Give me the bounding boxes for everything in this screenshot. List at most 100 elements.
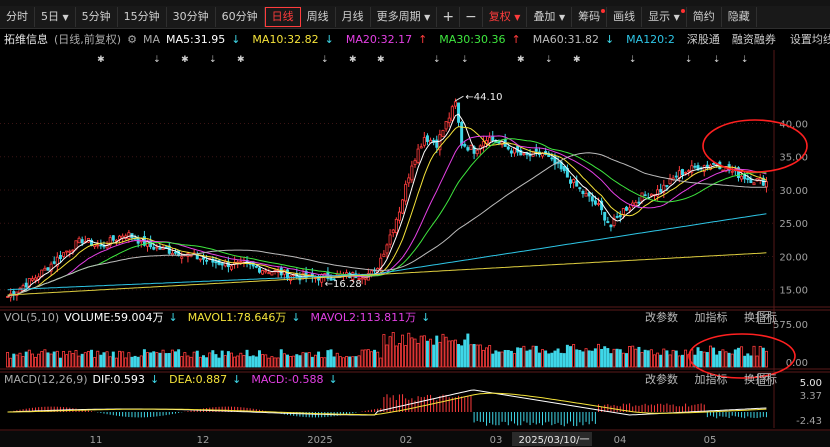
plus-icon[interactable]: + (437, 7, 461, 27)
candle-body (609, 224, 613, 228)
chips-button[interactable]: 筹码 (572, 7, 608, 27)
volume-bar (320, 357, 324, 368)
link-hk-connect[interactable]: 深股通 (687, 31, 720, 47)
add-indicator-button[interactable]: 加指标 (695, 311, 728, 324)
volume-bar (472, 344, 476, 368)
volume-bar (40, 351, 44, 368)
simple-button[interactable]: 简约 (687, 7, 722, 27)
candle-body (118, 235, 122, 240)
candle-body (522, 153, 526, 155)
tab-weekly[interactable]: 周线 (301, 7, 336, 27)
candle-body (640, 192, 644, 202)
candle-body (233, 261, 237, 265)
candle-body (634, 202, 638, 206)
volume-bar (326, 350, 330, 368)
volume-bar (699, 350, 703, 368)
candle-body (257, 267, 261, 273)
chevron-down-icon: ▼ (673, 13, 680, 22)
volume-bar (170, 349, 174, 368)
volume-bar (142, 349, 146, 368)
macd-tick-label: -2.43 (796, 416, 822, 427)
volume-bar (146, 352, 150, 368)
candle-body (189, 254, 193, 257)
tab-15min[interactable]: 15分钟 (118, 7, 167, 27)
candle-body (441, 130, 445, 137)
volume-bar (105, 351, 109, 368)
close-icon[interactable]: × (758, 311, 771, 324)
event-marker: ✱ (349, 55, 357, 65)
candle-body (472, 146, 476, 154)
volume-bar (466, 333, 470, 368)
tab-monthly[interactable]: 月线 (336, 7, 371, 27)
volume-bar (80, 353, 84, 368)
candle-body (369, 270, 373, 275)
volume-bar (718, 350, 722, 368)
minus-icon[interactable]: − (460, 7, 483, 27)
volume-bar (401, 334, 405, 368)
candle-body (519, 149, 523, 156)
event-marker: ⇣ (153, 55, 161, 65)
volume-bar (705, 352, 709, 368)
candle-body (248, 262, 252, 265)
candle-body (102, 245, 106, 248)
candle-body (665, 185, 669, 187)
tab-5day[interactable]: 5日 ▼ (35, 7, 76, 27)
gear-icon[interactable]: ⚙ (127, 33, 137, 46)
event-marker: ⇣ (461, 55, 469, 65)
volume-bar (65, 354, 69, 368)
chevron-down-icon: ▼ (514, 13, 521, 22)
ma120-value: MA120:2 (626, 32, 675, 46)
volume-bar (189, 356, 193, 368)
overlay-button[interactable]: 叠加 ▼ (527, 7, 573, 27)
candle-body (730, 170, 734, 173)
tab-5min[interactable]: 5分钟 (76, 7, 118, 27)
link-margin[interactable]: 融资融券 (732, 31, 776, 47)
edit-params-button[interactable]: 改参数 (645, 311, 678, 324)
candle-body (55, 256, 59, 267)
candle-body (652, 194, 656, 197)
volume-bar (438, 341, 442, 368)
candle-body (752, 182, 756, 186)
volume-bar (506, 350, 510, 368)
candle-body (404, 183, 408, 202)
volume-bar (121, 351, 125, 368)
add-indicator-button[interactable]: 加指标 (695, 373, 728, 386)
volume-bar (21, 356, 25, 368)
candle-body (460, 121, 464, 146)
tab-timeshare[interactable]: 分时 (0, 7, 35, 27)
adjust-button[interactable]: 复权 ▼ (483, 7, 528, 27)
edit-params-button[interactable]: 改参数 (645, 373, 678, 386)
close-icon[interactable]: × (758, 373, 771, 386)
volume-bar (447, 340, 451, 368)
candle-body (205, 259, 209, 262)
candle-body (80, 239, 84, 244)
hide-button[interactable]: 隐藏 (722, 7, 757, 27)
volume-bar (764, 350, 768, 368)
candle-body (251, 261, 255, 267)
candle-body (139, 237, 143, 243)
volume-bar (202, 355, 205, 368)
candle-body (494, 140, 498, 144)
volume-bar (180, 356, 184, 368)
ma-settings-button[interactable]: 设置均线 ▼ (790, 31, 830, 47)
tab-daily[interactable]: 日线 (264, 7, 301, 27)
volume-bar (254, 356, 258, 368)
tab-30min[interactable]: 30分钟 (167, 7, 216, 27)
volume-bar (649, 349, 653, 368)
volume-bar (519, 347, 523, 368)
candle-body (578, 187, 582, 190)
candle-body (223, 260, 227, 267)
tab-60min[interactable]: 60分钟 (216, 7, 265, 27)
candle-body (329, 277, 333, 281)
x-tick-label: 11 (90, 435, 103, 446)
display-button[interactable]: 显示 ▼ (642, 7, 687, 27)
volume-bar (68, 350, 72, 368)
volume-bar (295, 354, 299, 368)
volume-bar (391, 332, 395, 368)
candle-body (264, 270, 268, 273)
draw-button[interactable]: 画线 (607, 7, 643, 27)
more-period-button[interactable]: 更多周期 ▼ (371, 7, 438, 27)
volume-bar (6, 352, 10, 368)
volume-bar (329, 349, 333, 368)
volume-bar (114, 357, 118, 368)
